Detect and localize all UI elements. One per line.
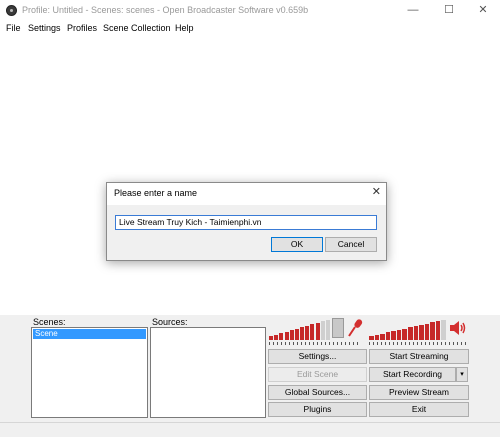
meter-bar	[374, 334, 380, 340]
settings-button[interactable]: Settings...	[268, 349, 367, 364]
maximize-button[interactable]: ☐	[432, 0, 466, 20]
meter-bar	[430, 322, 435, 340]
start-recording-button[interactable]: Start Recording	[369, 367, 456, 382]
control-panel: Scenes: Scene Sources: Settings... Start…	[0, 315, 500, 436]
meter-bar	[279, 333, 284, 340]
meter-bar	[269, 336, 274, 340]
meter-bar	[300, 327, 305, 340]
meter-bar	[424, 323, 430, 340]
preview-area: Not streaming	[0, 37, 500, 315]
menu-profiles[interactable]: Profiles	[67, 23, 97, 33]
meter-bar	[289, 330, 294, 340]
meter-bar	[408, 327, 413, 340]
dialog-close-icon[interactable]: ✕	[372, 185, 381, 198]
scene-name-input[interactable]: Live Stream Truy Kich - Taimienphi.vn	[115, 215, 377, 230]
obs-logo-icon	[6, 5, 17, 16]
window-title: Profile: Untitled - Scenes: scenes - Ope…	[22, 5, 309, 15]
cancel-button[interactable]: Cancel	[325, 237, 377, 252]
title-bar: Profile: Untitled - Scenes: scenes - Ope…	[0, 0, 500, 22]
desktop-meter-ticks	[369, 342, 469, 345]
meter-bar	[402, 328, 407, 340]
edit-scene-button[interactable]: Edit Scene	[268, 367, 367, 382]
meter-bar	[441, 320, 446, 340]
preview-stream-button[interactable]: Preview Stream	[369, 385, 469, 400]
status-bar	[0, 422, 500, 437]
recording-dropdown-button[interactable]: ▾	[456, 367, 468, 382]
speaker-icon[interactable]	[449, 319, 467, 337]
meter-bar	[413, 326, 419, 340]
exit-button[interactable]: Exit	[369, 402, 469, 417]
desktop-volume-meter	[369, 318, 449, 340]
minimize-button[interactable]: —	[396, 0, 430, 20]
close-button[interactable]: ✕	[466, 0, 500, 20]
sources-list[interactable]	[150, 327, 266, 418]
scenes-label: Scenes:	[33, 317, 66, 327]
meter-bar	[419, 324, 424, 340]
menu-settings[interactable]: Settings	[28, 23, 61, 33]
meter-bar	[325, 320, 330, 340]
meter-bar	[396, 329, 402, 340]
plugins-button[interactable]: Plugins	[268, 402, 367, 417]
sources-label: Sources:	[152, 317, 188, 327]
meter-bar	[369, 336, 374, 340]
list-item[interactable]: Scene	[33, 329, 146, 339]
start-streaming-button[interactable]: Start Streaming	[369, 349, 469, 364]
meter-bar	[294, 328, 299, 340]
meter-bar	[315, 322, 320, 340]
microphone-icon[interactable]	[347, 318, 363, 338]
meter-bar	[305, 325, 310, 340]
menu-file[interactable]: File	[6, 23, 21, 33]
menu-bar: File Settings Profiles Scene Collection …	[0, 22, 500, 36]
global-sources-button[interactable]: Global Sources...	[268, 385, 367, 400]
meter-bar	[284, 331, 289, 340]
menu-scene-collection[interactable]: Scene Collection	[103, 23, 171, 33]
meter-bar	[274, 334, 279, 340]
meter-bar	[380, 333, 385, 340]
meter-bar	[320, 321, 325, 340]
mic-volume-slider[interactable]	[332, 318, 344, 338]
mic-meter-ticks	[269, 342, 361, 345]
meter-bar	[391, 331, 396, 340]
meter-bar	[385, 332, 391, 340]
name-dialog: Please enter a name ✕ Live Stream Truy K…	[106, 182, 387, 261]
meter-bar	[310, 324, 315, 340]
dialog-body: Live Stream Truy Kich - Taimienphi.vn OK…	[107, 205, 386, 260]
ok-button[interactable]: OK	[271, 237, 323, 252]
scenes-list[interactable]: Scene	[31, 327, 148, 418]
menu-help[interactable]: Help	[175, 23, 194, 33]
meter-bar	[435, 321, 441, 340]
dialog-title: Please enter a name	[114, 188, 198, 198]
